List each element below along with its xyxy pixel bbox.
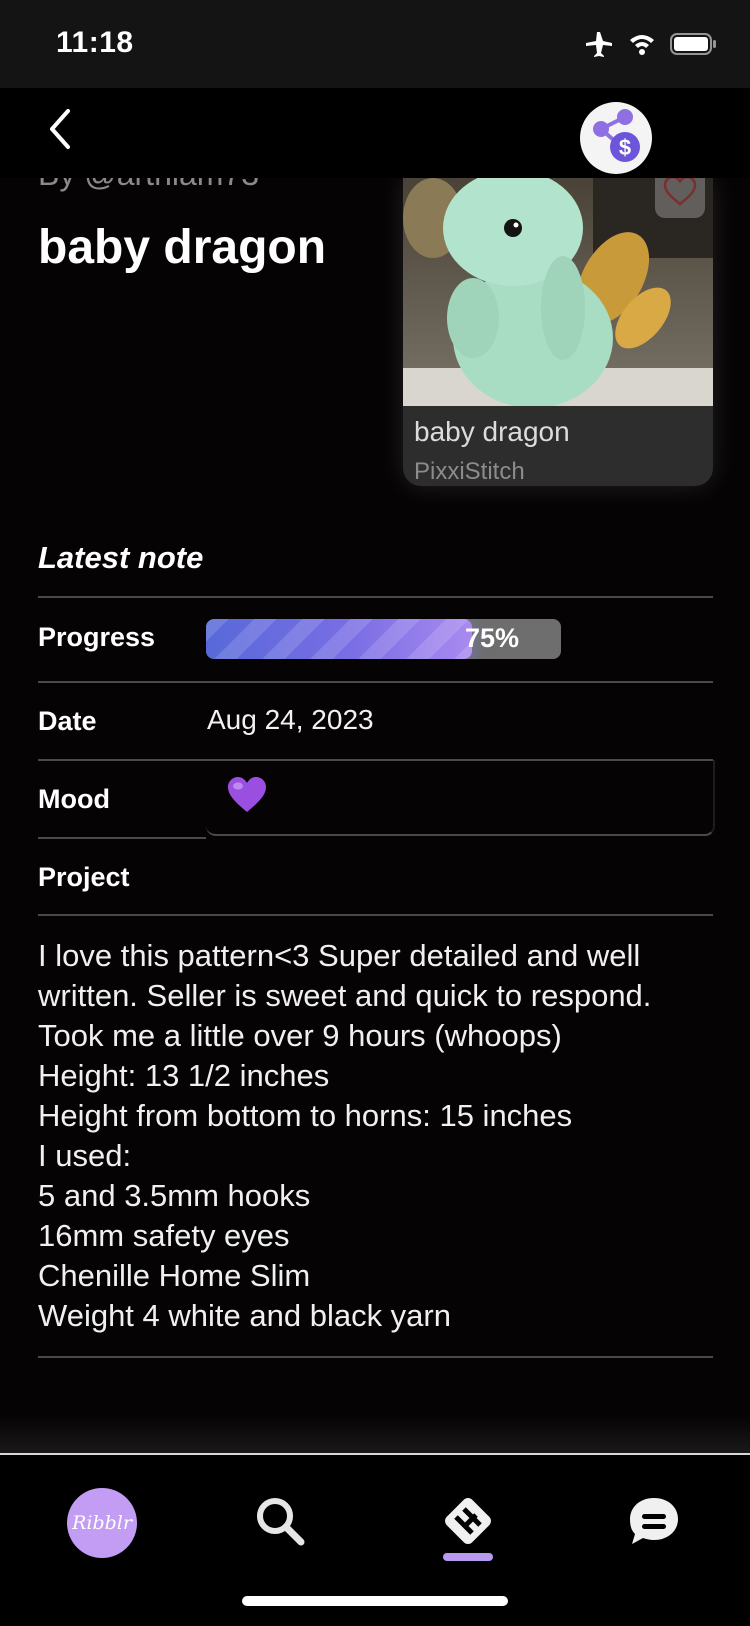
- chat-icon: [626, 1494, 682, 1553]
- project-content: By @arthiam73 baby dragon: [0, 178, 750, 1454]
- search-icon: [253, 1494, 307, 1553]
- note-line: Height from bottom to horns: 15 inches: [38, 1098, 573, 1133]
- pattern-author[interactable]: PixxiStitch: [414, 458, 525, 486]
- note-line: written. Seller is sweet and quick to re…: [38, 978, 652, 1013]
- note-line: I love this pattern<3 Super detailed and…: [38, 938, 641, 973]
- back-button[interactable]: [40, 106, 80, 156]
- note-line: 16mm safety eyes: [38, 1218, 290, 1253]
- chevron-left-icon: [46, 107, 74, 156]
- mood-label: Mood: [38, 784, 110, 814]
- home-indicator: [242, 1596, 508, 1606]
- note-line: I used:: [38, 1138, 132, 1173]
- progress-percent: 75%: [464, 623, 519, 653]
- divider: [38, 1356, 713, 1358]
- note-line: Took me a little over 9 hours (whoops): [38, 1018, 562, 1053]
- note-line: Height: 13 1/2 inches: [38, 1058, 330, 1093]
- divider: [38, 837, 206, 839]
- pattern-name: baby dragon: [414, 416, 570, 447]
- tab-projects[interactable]: [428, 1483, 508, 1563]
- date-label: Date: [38, 706, 97, 736]
- divider: [38, 681, 713, 683]
- nav-header: $: [0, 88, 750, 178]
- latest-note-heading: Latest note: [38, 540, 204, 575]
- project-label: Project: [38, 862, 130, 892]
- progress-label: Progress: [38, 622, 156, 652]
- divider: [38, 914, 713, 916]
- status-icons: [584, 30, 718, 63]
- share-money-icon: $: [587, 107, 645, 170]
- battery-icon: [670, 32, 718, 61]
- purple-heart-icon: [226, 776, 268, 819]
- active-tab-indicator: [443, 1553, 493, 1561]
- project-byline[interactable]: By @arthiam73: [38, 178, 259, 193]
- favorite-button[interactable]: [655, 178, 705, 218]
- tab-home[interactable]: Ribblr: [62, 1483, 142, 1563]
- page-title: baby dragon: [38, 221, 327, 274]
- progress-bar: 75%: [206, 619, 561, 659]
- share-sell-button[interactable]: $: [580, 102, 652, 174]
- progress-fill: [206, 619, 473, 659]
- note-line: 5 and 3.5mm hooks: [38, 1178, 311, 1213]
- tab-chat[interactable]: [614, 1483, 694, 1563]
- airplane-mode-icon: [584, 30, 614, 63]
- tab-search[interactable]: [240, 1483, 320, 1563]
- mood-selector[interactable]: [206, 760, 715, 836]
- note-line: Chenille Home Slim: [38, 1258, 311, 1293]
- note-line: Weight 4 white and black yarn: [38, 1298, 451, 1333]
- status-time: 11:18: [56, 26, 134, 59]
- ribblr-logo-icon: Ribblr: [67, 1488, 137, 1558]
- divider: [38, 596, 713, 598]
- note-body: I love this pattern<3 Super detailed and…: [38, 936, 718, 1336]
- heart-outline-icon: [662, 178, 698, 212]
- wifi-icon: [628, 32, 656, 61]
- status-bar: 11:18: [0, 0, 750, 88]
- svg-text:$: $: [619, 135, 631, 160]
- pattern-card[interactable]: baby dragon PixxiStitch: [403, 178, 713, 486]
- date-value: Aug 24, 2023: [207, 704, 374, 735]
- projects-icon: [440, 1493, 496, 1554]
